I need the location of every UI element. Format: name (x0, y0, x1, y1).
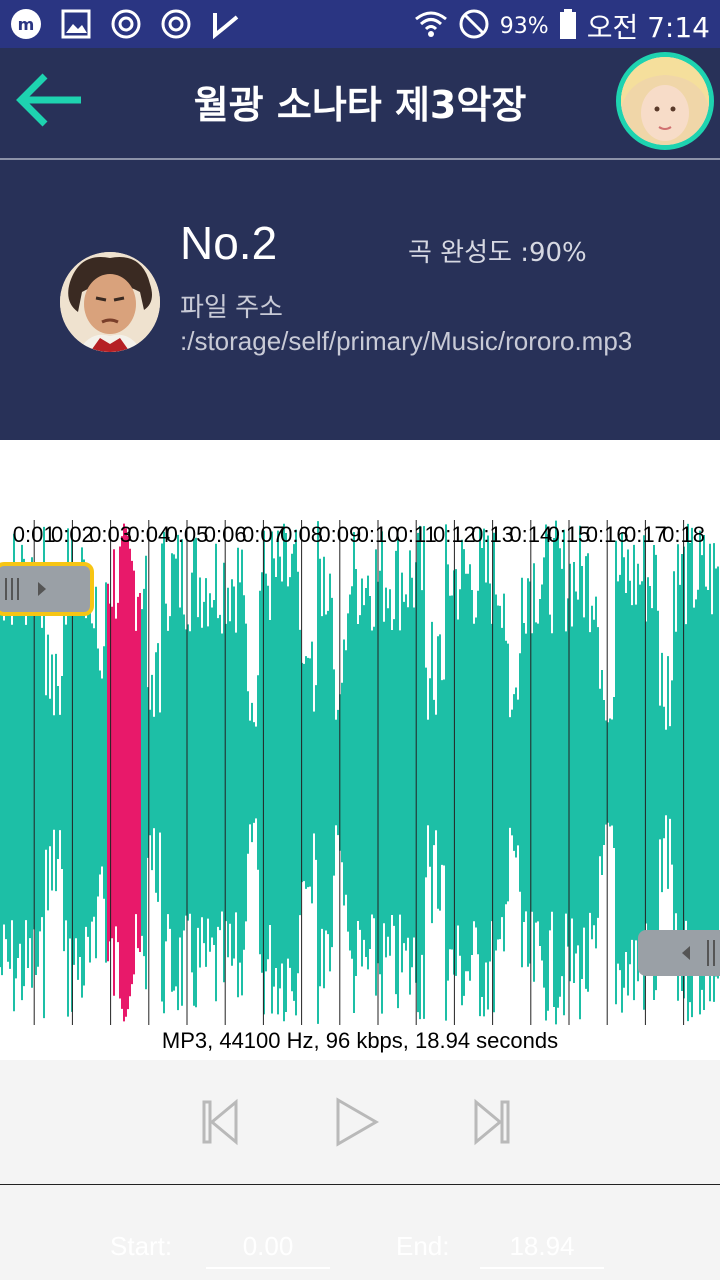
track-info-panel: No.2 곡 완성도 :90% 파일 주소 :/storage/self/pri… (0, 160, 720, 440)
completion-text: 곡 완성도 :90% (408, 238, 587, 268)
time-tick-label: 0:08 (280, 522, 324, 547)
status-bar: m 93% 오전 7:14 (0, 0, 720, 48)
time-tick-label: 0:15 (547, 522, 591, 547)
battery-percent: 93% (499, 13, 549, 39)
time-tick-label: 0:18 (662, 522, 706, 547)
time-ticks: 0:01 0:02 0:03 0:04 0:05 0:06 0:07 0:08 0:09 0:10… (0, 522, 720, 552)
svg-text:m: m (18, 15, 35, 34)
end-label: End: (396, 1231, 450, 1261)
profile-avatar[interactable] (616, 52, 714, 150)
time-tick-label: 0:11 (395, 522, 437, 547)
check-flag-icon (210, 8, 242, 40)
play-icon (336, 1097, 379, 1147)
range-editor: Start: End: (0, 1185, 720, 1280)
time-tick-label: 0:06 (203, 522, 247, 547)
end-marker-handle[interactable] (638, 930, 720, 976)
app-bar: 월광 소나타 제3악장 (0, 48, 720, 160)
m-app-icon: m (10, 8, 42, 40)
time-tick-label: 0:01 (12, 522, 56, 547)
drag-handle-icon (682, 940, 715, 966)
file-path: 파일 주소 :/storage/self/primary/Music/roror… (180, 292, 633, 356)
time-tick-label: 0:13 (471, 522, 515, 547)
time-tick-label: 0:12 (432, 522, 476, 547)
audio-info: MP3, 44100 Hz, 96 kbps, 18.94 seconds (161, 1028, 559, 1053)
playback-controls (0, 1060, 720, 1185)
time-tick-label: 0:16 (585, 522, 629, 547)
skip-next-icon (474, 1098, 510, 1146)
sync-icon (160, 8, 192, 40)
wifi-icon (414, 9, 448, 43)
page-title: 월광 소나타 제3악장 (193, 83, 527, 127)
start-input[interactable] (206, 1225, 330, 1269)
battery-icon (559, 8, 577, 44)
time-tick-label: 0:10 (356, 522, 400, 547)
time-tick-label: 0:05 (165, 522, 209, 547)
waveform-area[interactable]: 0:01 0:02 0:03 0:04 0:05 0:06 0:07 0:08 0:09 0:10… (0, 440, 720, 1060)
time-tick-label: 0:04 (127, 522, 171, 547)
play-button[interactable] (332, 1096, 382, 1148)
time-tick-label: 0:03 (89, 522, 133, 547)
start-marker-handle[interactable] (0, 562, 94, 616)
start-label: Start: (110, 1231, 173, 1261)
time-tick-label: 0:09 (318, 522, 362, 547)
do-not-disturb-icon (458, 8, 490, 44)
time-tick-label: 0:07 (241, 522, 285, 547)
track-number: No.2 (180, 217, 278, 269)
image-icon (60, 8, 92, 40)
time-tick-label: 0:17 (623, 522, 667, 547)
previous-button[interactable] (196, 1096, 246, 1148)
sync-icon (110, 8, 142, 40)
drag-handle-icon (5, 578, 46, 600)
next-button[interactable] (468, 1096, 518, 1148)
time-tick-label: 0:02 (50, 522, 94, 547)
notification-icons: m (10, 8, 242, 40)
clock: 오전 7:14 (586, 11, 710, 44)
skip-previous-icon (202, 1098, 238, 1146)
time-tick-label: 0:14 (509, 522, 553, 547)
end-input[interactable] (480, 1225, 604, 1269)
composer-avatar (60, 252, 160, 352)
